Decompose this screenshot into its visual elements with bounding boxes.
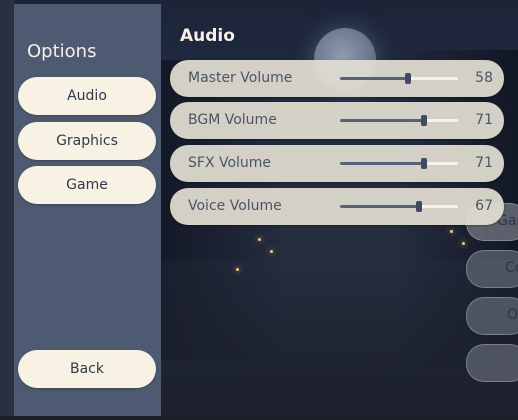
slider-row-sfx-volume: SFX Volume 71 — [170, 145, 504, 182]
background-menu-button — [466, 344, 518, 382]
slider-handle[interactable] — [405, 73, 412, 84]
street-lamp-icon — [270, 250, 273, 253]
slider-handle[interactable] — [420, 158, 427, 169]
slider-label: SFX Volume — [188, 155, 272, 171]
slider-track[interactable] — [340, 73, 458, 84]
street-lamp-icon — [450, 230, 453, 233]
street-lamp-icon — [258, 238, 261, 241]
street-lamp-icon — [236, 268, 239, 271]
slider-label: Master Volume — [188, 70, 293, 86]
window-frame-bottom — [0, 416, 518, 420]
slider-fill — [340, 77, 409, 80]
background-menu-button: O — [466, 297, 518, 335]
game-tab-button[interactable]: Game — [18, 166, 156, 204]
slider-value: 58 — [475, 70, 493, 86]
slider-row-voice-volume: Voice Volume 67 — [170, 188, 504, 225]
slider-label: BGM Volume — [188, 112, 277, 128]
background-menu-label: O — [507, 307, 518, 323]
slider-handle[interactable] — [420, 115, 427, 126]
options-sidebar: Options Audio Graphics Game Back — [14, 4, 161, 416]
slider-row-master-volume: Master Volume 58 — [170, 60, 504, 97]
background-menu-label: Co — [505, 260, 518, 276]
window-frame — [0, 0, 14, 420]
slider-fill — [340, 162, 424, 165]
slider-track[interactable] — [340, 115, 458, 126]
slider-handle[interactable] — [416, 201, 423, 212]
background-menu-button: Co — [466, 250, 518, 288]
sidebar-title: Options — [27, 41, 97, 62]
slider-value: 67 — [475, 198, 493, 214]
audio-tab-button[interactable]: Audio — [18, 77, 156, 115]
game-screen: Gar Co O Options Audio Graphics Game Bac… — [0, 0, 518, 420]
slider-value: 71 — [475, 155, 493, 171]
back-button[interactable]: Back — [18, 350, 156, 388]
page-title: Audio — [180, 26, 235, 46]
graphics-tab-button[interactable]: Graphics — [18, 122, 156, 160]
slider-row-bgm-volume: BGM Volume 71 — [170, 102, 504, 139]
slider-fill — [340, 205, 420, 208]
background-street — [160, 260, 518, 420]
street-lamp-icon — [462, 242, 465, 245]
slider-value: 71 — [475, 112, 493, 128]
slider-track[interactable] — [340, 201, 458, 212]
slider-fill — [340, 119, 424, 122]
slider-label: Voice Volume — [188, 198, 282, 214]
slider-track[interactable] — [340, 158, 458, 169]
